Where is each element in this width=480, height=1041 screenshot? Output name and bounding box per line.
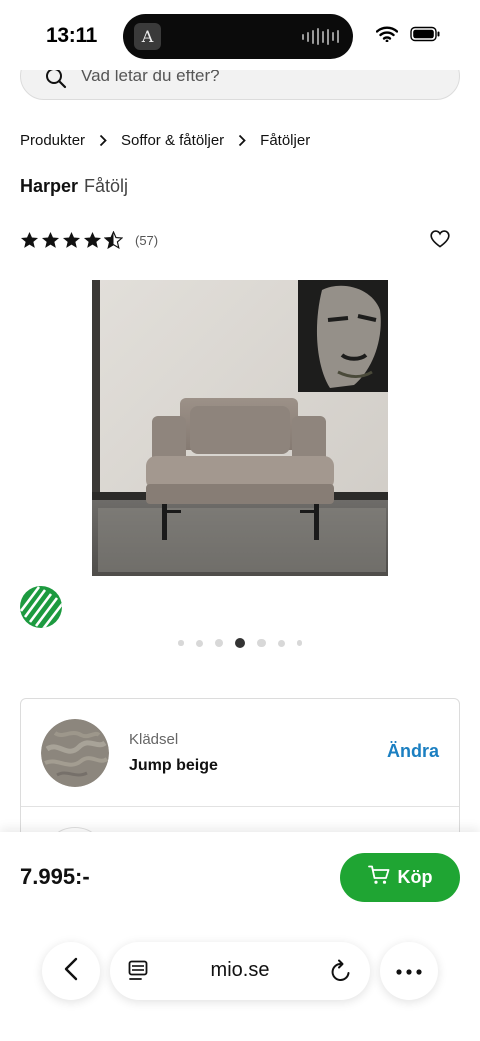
product-type: Fåtölj	[84, 176, 129, 196]
now-playing-app-icon: A	[134, 23, 161, 50]
back-icon	[64, 957, 78, 986]
reload-icon[interactable]	[330, 959, 352, 988]
more-icon	[396, 962, 422, 980]
breadcrumb: Produkter Soffor & fåtöljer Fåtöljer	[20, 132, 310, 149]
status-time: 13:11	[46, 24, 98, 47]
dynamic-island: A	[123, 14, 353, 59]
rating[interactable]: (57)	[20, 231, 158, 249]
star-icon	[83, 231, 102, 248]
audio-wave-icon	[302, 28, 339, 45]
battery-icon	[410, 26, 440, 47]
product-title: Harper Fåtölj	[20, 176, 128, 197]
breadcrumb-products[interactable]: Produkter	[20, 132, 85, 149]
chevron-right-icon	[238, 134, 246, 147]
product-image[interactable]	[92, 280, 388, 576]
wifi-icon	[375, 26, 399, 47]
image-carousel-dots[interactable]	[0, 638, 480, 648]
option-label: Klädsel	[129, 731, 179, 748]
carousel-dot[interactable]	[178, 640, 184, 646]
more-button[interactable]	[380, 942, 438, 1000]
breadcrumb-sofas-armchairs[interactable]: Soffor & fåtöljer	[121, 132, 224, 149]
star-icon	[20, 231, 39, 248]
star-icon	[62, 231, 81, 248]
status-bar: 13:11 A	[0, 0, 480, 70]
product-name: Harper	[20, 176, 79, 196]
fabric-swatch	[41, 719, 109, 787]
heart-icon[interactable]	[430, 230, 450, 253]
review-count: (57)	[135, 232, 159, 248]
chevron-right-icon	[99, 134, 107, 147]
carousel-dot-active[interactable]	[235, 638, 245, 648]
carousel-dot[interactable]	[257, 638, 266, 648]
carousel-dot[interactable]	[195, 639, 203, 647]
price: 7.995:-	[20, 864, 90, 889]
carousel-dot[interactable]	[277, 639, 285, 647]
swan-ecolabel-icon	[19, 585, 63, 629]
carousel-dot[interactable]	[296, 640, 302, 646]
buy-button[interactable]: Köp	[340, 853, 460, 902]
option-row-upholstery[interactable]: Klädsel Jump beige Ändra	[21, 699, 459, 807]
carousel-dot[interactable]	[214, 638, 223, 648]
breadcrumb-armchairs[interactable]: Fåtöljer	[260, 132, 310, 149]
buy-button-label: Köp	[397, 867, 433, 887]
buy-bar: 7.995:- Köp	[0, 832, 480, 1041]
address-bar[interactable]: mio.se	[110, 942, 370, 1000]
back-button[interactable]	[42, 942, 100, 1000]
search-icon	[45, 67, 67, 94]
half-star-icon	[104, 231, 123, 249]
change-upholstery-link[interactable]: Ändra	[387, 741, 439, 762]
cart-icon	[367, 865, 390, 890]
option-value: Jump beige	[129, 757, 218, 774]
star-icon	[41, 231, 60, 248]
